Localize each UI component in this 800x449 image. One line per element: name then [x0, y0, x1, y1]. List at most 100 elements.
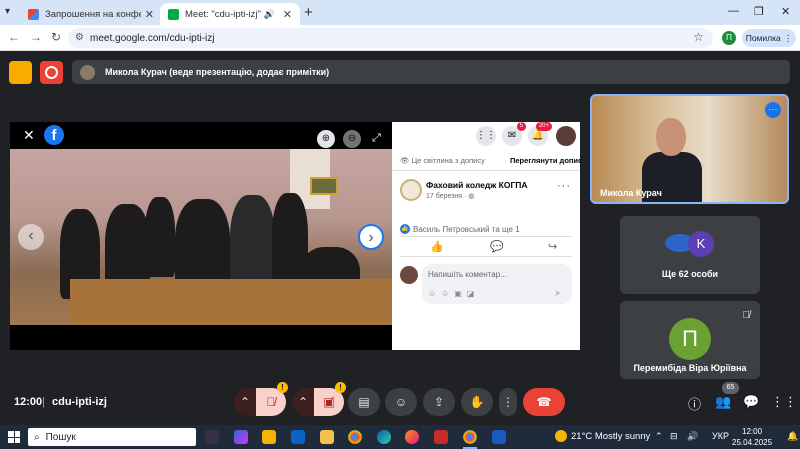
like-reaction-icon: 👍	[400, 224, 410, 234]
task-view-icon[interactable]	[205, 430, 219, 444]
photo-table	[70, 279, 392, 325]
firefox-icon[interactable]	[405, 430, 419, 444]
more-options-icon[interactable]: ···	[765, 102, 781, 118]
back-icon[interactable]: ←	[8, 30, 20, 44]
volume-icon[interactable]: 🔊	[687, 431, 698, 442]
minimize-icon[interactable]: —	[728, 5, 739, 17]
comment-button[interactable]: 💬	[490, 240, 504, 253]
emoji-button[interactable]: ☺	[385, 388, 417, 416]
store-icon[interactable]	[262, 430, 276, 444]
zoom-in-icon[interactable]: ⊕	[317, 130, 335, 148]
present-button[interactable]: ⇪	[423, 388, 455, 416]
forward-icon[interactable]: →	[30, 30, 42, 44]
more-vert-icon: ⋮	[783, 32, 793, 43]
likes-text: Василь Петровський та ще 1	[413, 224, 520, 234]
page-logo[interactable]	[400, 179, 422, 201]
windows-taskbar: ⌕ Пошук 21°C Mostly sunny ⌃ ⊟ 🔊 УКР 12:0…	[0, 425, 800, 449]
restore-icon[interactable]: ❐	[754, 5, 764, 18]
notifications-badge: 20+	[535, 122, 552, 131]
post-date-text: 17 березня	[426, 193, 463, 200]
word-icon[interactable]	[492, 430, 506, 444]
site-info-icon[interactable]: ⚙	[75, 32, 84, 43]
post-date[interactable]: 17 березня · ◍	[426, 192, 474, 200]
stop-presenting-icon[interactable]	[9, 61, 32, 84]
address-bar[interactable]: ⚙ meet.google.com/cdu-ipti-izj	[68, 28, 713, 48]
next-photo-button[interactable]: ›	[358, 224, 384, 250]
taskbar-clock[interactable]: 12:00 25.04.2025	[732, 426, 772, 448]
others-tile[interactable]: K Ще 62 особи	[620, 216, 760, 294]
error-button[interactable]: Помилка ⋮	[742, 29, 796, 47]
close-icon[interactable]: ✕	[283, 8, 292, 21]
pdf-reader-icon[interactable]	[434, 430, 448, 444]
video-options-button[interactable]: ⌃	[292, 388, 314, 416]
more-options-button[interactable]: ⋮	[499, 388, 517, 416]
tab-invitation[interactable]: Запрошення на конференцію ✕	[20, 3, 162, 25]
edge-icon[interactable]	[377, 430, 391, 444]
page-name[interactable]: Фаховий коледж КОГПА	[426, 180, 528, 190]
participant-tile[interactable]: 🎙̸ П Перемибіда Віра Юріївна	[620, 301, 760, 379]
weather-widget[interactable]: 21°C Mostly sunny	[555, 430, 650, 442]
reload-icon[interactable]: ↻	[51, 30, 61, 44]
comment-tools-icons[interactable]: ☺☺▣◪	[428, 289, 479, 298]
chevron-up-icon: ⌃	[297, 395, 309, 409]
language-indicator[interactable]: УКР	[712, 431, 729, 441]
activities-icon[interactable]: ⋮⋮	[771, 394, 797, 410]
mic-toggle-button[interactable]: 🎙̸!	[256, 382, 288, 416]
zoom-out-icon[interactable]: ⊖	[343, 130, 361, 148]
divider	[400, 236, 572, 237]
prev-photo-button[interactable]: ‹	[18, 224, 44, 250]
close-icon[interactable]: ✕	[145, 8, 154, 21]
view-post-link[interactable]: Переглянути допис	[510, 156, 582, 165]
messenger-icon[interactable]: ✉ 5	[502, 122, 526, 146]
chrome-icon[interactable]	[348, 430, 362, 444]
notification-icon[interactable]: 🔔	[787, 431, 798, 442]
send-icon[interactable]: ➤	[554, 288, 562, 299]
new-tab-button[interactable]: +	[304, 4, 313, 21]
likes-summary[interactable]: 👍 Василь Петровський та ще 1	[400, 224, 520, 234]
messenger-badge: 5	[516, 122, 526, 131]
facebook-logo-icon[interactable]: f	[44, 125, 64, 145]
gmail-icon	[28, 8, 39, 20]
window-close-icon[interactable]: ✕	[781, 5, 790, 18]
taskbar-search[interactable]: ⌕ Пошук	[28, 428, 196, 446]
copilot-icon[interactable]	[234, 430, 248, 444]
meet-icon	[168, 8, 179, 20]
camera-toggle-button[interactable]: ▣̸!	[314, 382, 346, 416]
leave-call-button[interactable]: ☎	[523, 388, 565, 416]
network-icon[interactable]: ⊟	[670, 431, 678, 442]
chevron-up-icon[interactable]: ⌃	[655, 431, 663, 442]
close-icon[interactable]: ✕	[23, 127, 35, 144]
fullscreen-icon[interactable]: ⤢	[372, 132, 381, 145]
comment-input[interactable]: Напишіть коментар...	[422, 264, 572, 304]
audio-options-button[interactable]: ⌃	[234, 388, 256, 416]
self-video-tile[interactable]: ··· Микола Курач	[590, 94, 789, 204]
notifications-icon[interactable]: 🔔 20+	[528, 122, 552, 146]
facebook-top-bar: ⋮⋮ ✉ 5 🔔 20+	[392, 122, 580, 149]
record-icon[interactable]	[40, 61, 63, 84]
like-button[interactable]: 👍	[430, 240, 444, 253]
facebook-photo-header: ✕ f ⊕ ⊖ ⤢	[10, 122, 392, 149]
more-options-icon[interactable]: ···	[557, 180, 571, 192]
raise-hand-button[interactable]: ✋	[461, 388, 493, 416]
share-button[interactable]: ↪	[548, 240, 557, 253]
info-icon[interactable]: ⓘ	[688, 394, 701, 413]
tab-search-icon[interactable]: ▾	[5, 6, 10, 17]
avatar[interactable]	[556, 126, 576, 146]
chat-icon[interactable]: 💬	[743, 394, 759, 410]
windows-start-icon[interactable]	[8, 431, 20, 443]
menu-grid-icon[interactable]: ⋮⋮	[476, 126, 496, 146]
tab-meet[interactable]: Meet: "cdu-ipti-izj" 🔊 ✕	[160, 3, 300, 25]
video-person-head	[656, 118, 686, 156]
meet-area: Микола Курач (веде презентацію, додає пр…	[0, 51, 800, 425]
speaker-icon[interactable]: 🔊	[264, 9, 275, 20]
captions-button[interactable]: ▤	[348, 388, 380, 416]
avatar	[80, 64, 95, 80]
bookmark-star-icon[interactable]: ☆	[693, 30, 704, 44]
file-explorer-icon[interactable]	[320, 430, 334, 444]
chrome-active-icon[interactable]	[463, 430, 477, 449]
outlook-icon[interactable]	[291, 430, 305, 444]
people-icon[interactable]: 👥	[715, 394, 731, 410]
profile-avatar[interactable]: П	[722, 31, 736, 45]
clock-time: 12:00	[742, 427, 763, 436]
participants-count: 65	[722, 382, 739, 394]
